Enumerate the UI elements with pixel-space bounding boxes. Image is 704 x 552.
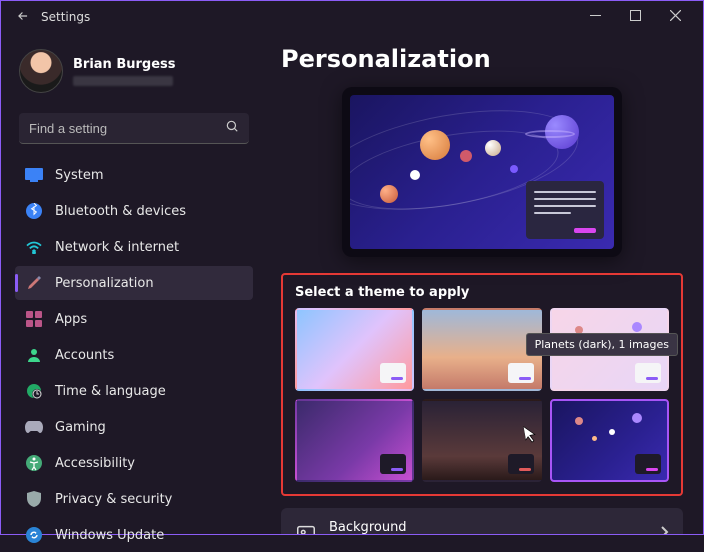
globe-clock-icon: [25, 382, 43, 400]
wallpaper-preview-frame: [342, 87, 622, 257]
nav-label: Accounts: [55, 348, 114, 363]
nav-label: Bluetooth & devices: [55, 204, 186, 219]
chevron-right-icon: [659, 524, 669, 534]
theme-option-0[interactable]: [295, 308, 414, 391]
themes-title: Select a theme to apply: [295, 285, 669, 300]
update-icon: [25, 526, 43, 544]
search-box[interactable]: [19, 113, 249, 144]
nav-accounts[interactable]: Accounts: [15, 338, 253, 372]
maximize-button[interactable]: [615, 10, 655, 24]
wifi-icon: [25, 238, 43, 256]
nav-label: Windows Update: [55, 528, 164, 543]
theme-option-5[interactable]: [550, 399, 669, 482]
nav-label: Network & internet: [55, 240, 179, 255]
nav-label: Apps: [55, 312, 87, 327]
nav-accessibility[interactable]: Accessibility: [15, 446, 253, 480]
nav-network[interactable]: Network & internet: [15, 230, 253, 264]
system-icon: [25, 166, 43, 184]
titlebar: Settings: [1, 1, 703, 33]
window-title: Settings: [41, 10, 90, 24]
picture-icon: [295, 523, 317, 534]
nav-label: Personalization: [55, 276, 154, 291]
accessibility-icon: [25, 454, 43, 472]
profile-subtext-redacted: [73, 76, 173, 86]
apps-icon: [25, 310, 43, 328]
profile-name: Brian Burgess: [73, 57, 176, 72]
nav-apps[interactable]: Apps: [15, 302, 253, 336]
nav-time[interactable]: Time & language: [15, 374, 253, 408]
shield-icon: [25, 490, 43, 508]
nav-label: Privacy & security: [55, 492, 172, 507]
nav-system[interactable]: System: [15, 158, 253, 192]
bluetooth-icon: [25, 202, 43, 220]
profile-block[interactable]: Brian Burgess: [15, 41, 253, 107]
preview-window-mock: [526, 181, 604, 239]
nav-label: Accessibility: [55, 456, 135, 471]
theme-tooltip: Planets (dark), 1 images: [526, 333, 678, 356]
back-button[interactable]: [9, 8, 37, 27]
theme-option-3[interactable]: [295, 399, 414, 482]
nav-label: System: [55, 168, 103, 183]
wallpaper-preview: [350, 95, 614, 249]
search-icon: [225, 119, 239, 137]
content-area: Personalization Select a theme to: [261, 33, 703, 534]
background-row[interactable]: Background Background image, color, slid…: [281, 508, 683, 534]
nav-list: System Bluetooth & devices Network & int…: [15, 158, 253, 552]
main-layout: Brian Burgess System Bluetooth & devices…: [1, 33, 703, 534]
minimize-button[interactable]: [575, 10, 615, 24]
sidebar: Brian Burgess System Bluetooth & devices…: [1, 33, 261, 534]
nav-personalization[interactable]: Personalization: [15, 266, 253, 300]
nav-label: Gaming: [55, 420, 106, 435]
nav-update[interactable]: Windows Update: [15, 518, 253, 552]
theme-option-1[interactable]: [422, 308, 541, 391]
gamepad-icon: [25, 418, 43, 436]
nav-privacy[interactable]: Privacy & security: [15, 482, 253, 516]
paintbrush-icon: [25, 274, 43, 292]
themes-section-highlighted: Select a theme to apply Planets (dark), …: [281, 273, 683, 496]
nav-bluetooth[interactable]: Bluetooth & devices: [15, 194, 253, 228]
page-heading: Personalization: [281, 45, 683, 73]
row-title: Background: [329, 520, 527, 534]
nav-gaming[interactable]: Gaming: [15, 410, 253, 444]
close-button[interactable]: [655, 10, 695, 24]
theme-option-4[interactable]: [422, 399, 541, 482]
person-icon: [25, 346, 43, 364]
nav-label: Time & language: [55, 384, 166, 399]
avatar: [19, 49, 63, 93]
search-input[interactable]: [29, 121, 225, 136]
